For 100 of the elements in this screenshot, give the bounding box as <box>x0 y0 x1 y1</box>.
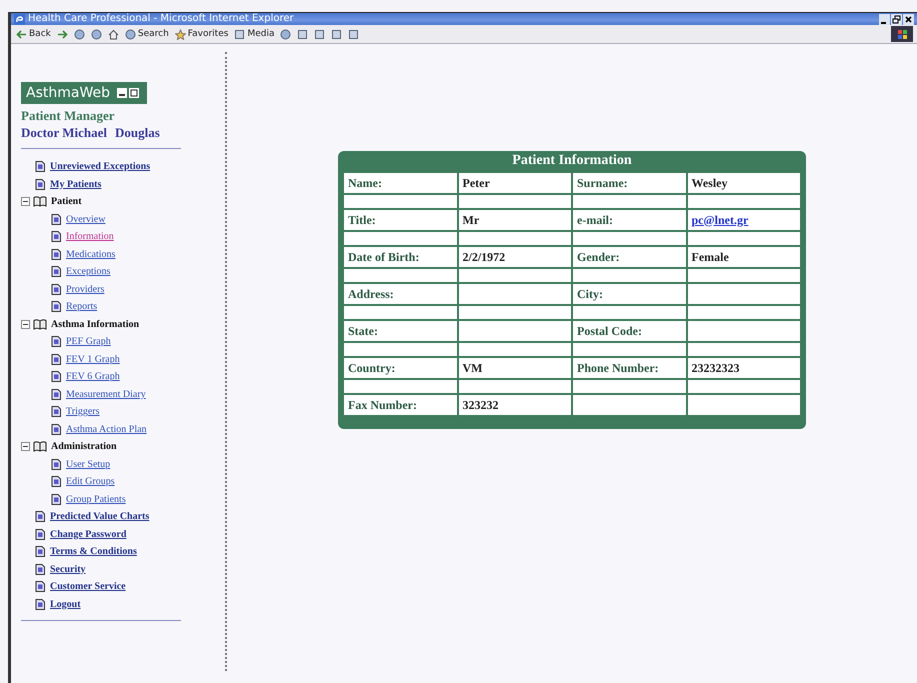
table-cell: 23232323 <box>688 358 800 378</box>
back-arrow-icon <box>16 28 27 40</box>
nav-link[interactable]: Information <box>66 231 114 242</box>
toolbar-button[interactable] <box>330 27 344 41</box>
nav-link[interactable]: Measurement Diary <box>66 388 146 400</box>
toolbar-button[interactable] <box>347 27 360 41</box>
browser-icon <box>14 14 25 24</box>
book-icon <box>33 318 47 330</box>
table-cell: e-mail: <box>573 210 686 230</box>
nav-link[interactable]: Security <box>50 564 86 575</box>
nav-link[interactable]: My Patients <box>50 178 102 190</box>
table-cell: 323232 <box>458 395 571 415</box>
windows-logo-icon <box>891 26 913 42</box>
toolbar-button[interactable]: Favorites <box>174 27 230 41</box>
page-icon <box>35 598 45 610</box>
table-cell: Female <box>688 247 800 267</box>
page-icon <box>51 458 61 470</box>
page-icon <box>35 511 45 522</box>
toolbar-button[interactable] <box>296 27 310 41</box>
toolbar-button[interactable]: Back <box>15 27 52 41</box>
table-cell: State: <box>344 321 456 341</box>
table-cell: Mr <box>458 210 571 230</box>
page-icon <box>51 266 61 278</box>
nav-link[interactable]: Logout <box>50 598 81 610</box>
nav-link[interactable]: Predicted Value Charts <box>50 511 150 522</box>
minimize-icon[interactable] <box>879 14 890 24</box>
nav-link[interactable]: PEF Graph <box>66 336 111 348</box>
nav-link[interactable]: Group Patients <box>66 494 126 505</box>
window-icon <box>116 88 139 98</box>
nav-link[interactable]: Providers <box>66 284 104 295</box>
nav-link[interactable]: Medications <box>66 248 116 260</box>
nav-link[interactable]: Edit Groups <box>66 476 115 488</box>
page-icon <box>35 161 45 172</box>
page-icon <box>51 284 61 295</box>
table-cell: VM <box>458 358 571 378</box>
nav-link[interactable]: Triggers <box>66 406 100 418</box>
star-icon <box>174 28 186 40</box>
user-name: Doctor Michael <box>21 125 108 141</box>
table-cell: Postal Code: <box>573 321 686 341</box>
email-link[interactable]: pc@lnet.gr <box>692 212 748 226</box>
app-logo: AsthmaWeb <box>21 82 147 104</box>
nav-group[interactable]: Administration <box>51 441 117 452</box>
table-cell: Phone Number: <box>573 358 686 378</box>
collapse-icon[interactable] <box>21 197 30 206</box>
nav-link[interactable]: Reports <box>66 301 98 312</box>
nav-link[interactable]: Customer Service <box>50 581 126 592</box>
toolbar-button[interactable] <box>72 27 86 41</box>
toolbar-button[interactable] <box>279 27 292 41</box>
table-cell: Gender: <box>573 247 686 267</box>
page-icon <box>51 336 61 348</box>
nav-group[interactable]: Patient <box>51 196 82 208</box>
table-cell: Peter <box>458 173 571 193</box>
home-icon <box>108 28 119 40</box>
table-cell: Surname: <box>573 173 686 193</box>
page-icon <box>51 301 61 312</box>
table-cell: Date of Birth: <box>344 247 456 267</box>
page-icon <box>35 546 45 558</box>
page-icon <box>51 231 61 242</box>
nav-link[interactable]: User Setup <box>66 458 110 470</box>
nav-link[interactable]: Asthma Action Plan <box>66 424 147 435</box>
window-title: Health Care Professional - Microsoft Internet Explorer <box>28 13 294 25</box>
collapse-icon[interactable] <box>21 442 30 452</box>
page-icon <box>51 406 61 418</box>
nav-link[interactable]: FEV 1 Graph <box>66 354 120 365</box>
page-icon <box>51 476 61 488</box>
page-icon <box>35 564 45 575</box>
nav-link[interactable]: FEV 6 Graph <box>66 371 120 382</box>
table-cell: 2/2/1972 <box>458 247 571 267</box>
app-subtitle: Patient Manager <box>21 108 116 124</box>
nav-link[interactable]: Change Password <box>50 528 126 540</box>
page-icon <box>51 354 61 365</box>
page-icon <box>51 388 61 400</box>
toolbar-button[interactable] <box>313 27 326 41</box>
table-cell: Country: <box>344 358 456 378</box>
table-cell: Name: <box>344 173 456 193</box>
table-cell: Address: <box>344 284 456 304</box>
book-icon <box>33 441 47 452</box>
nav-group[interactable]: Asthma Information <box>51 318 140 330</box>
toolbar-button[interactable]: Search <box>124 27 170 41</box>
toolbar-button[interactable] <box>90 27 103 41</box>
restore-icon[interactable] <box>891 14 902 24</box>
nav-link[interactable]: Terms & Conditions <box>50 546 137 558</box>
page-icon <box>35 528 45 540</box>
page-icon <box>51 494 61 505</box>
collapse-icon[interactable] <box>21 320 30 329</box>
table-cell: City: <box>573 284 686 304</box>
toolbar-button[interactable]: Media <box>233 27 276 41</box>
page-icon <box>51 424 61 435</box>
forward-arrow-icon <box>56 28 68 40</box>
nav-link[interactable]: Unreviewed Exceptions <box>50 161 150 172</box>
close-icon[interactable] <box>903 14 914 24</box>
table-cell: Title: <box>344 210 456 230</box>
nav-link[interactable]: Exceptions <box>66 266 110 278</box>
user-name: Douglas <box>115 125 160 141</box>
table-cell: Fax Number: <box>344 395 456 415</box>
page-icon <box>51 371 61 382</box>
page-icon <box>51 214 61 225</box>
page-icon <box>35 178 45 190</box>
nav-link[interactable]: Overview <box>66 214 106 225</box>
toolbar-button[interactable] <box>106 27 120 41</box>
